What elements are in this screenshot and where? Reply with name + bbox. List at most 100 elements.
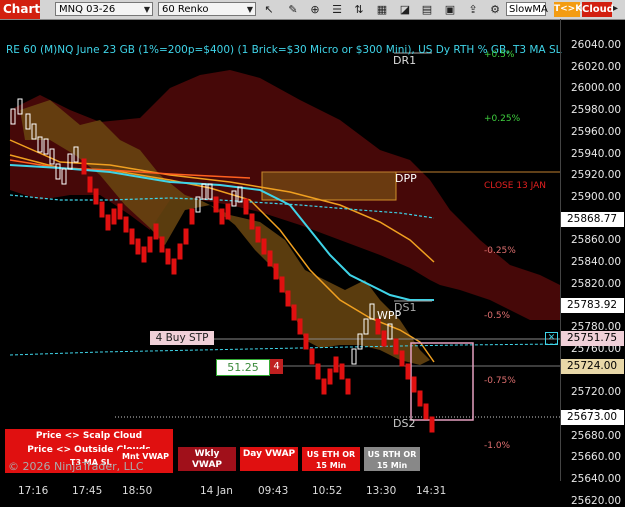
chart-trader-icon[interactable]: ⇅: [352, 2, 366, 17]
y-tick-label: 25840.00: [571, 256, 622, 268]
wpp-label: WPP: [377, 309, 402, 322]
camera-icon[interactable]: ▣: [443, 2, 457, 17]
renko-brick: [87, 176, 93, 193]
y-tick-label: 25980.00: [571, 104, 622, 117]
buy-stop-order-label[interactable]: 4 Buy STP: [150, 331, 214, 345]
dpp-label: DPP: [395, 172, 417, 185]
y-tick-label: 26000.00: [571, 82, 622, 95]
us-eth-or-button[interactable]: US ETH OR 15 Min: [302, 447, 360, 471]
price-axis[interactable]: 26040.00 26020.00 26000.00 25980.00 25960.00…: [560, 19, 625, 507]
chart-toolbar: Chart MNQ 03-26 ▼ 60 Renko ▼ ↖ ✎ ⊕ ☰ ⇅ ▦ ◪…: [0, 0, 625, 20]
copyright-text: © 2026 NinjaTrader, LLC: [8, 460, 144, 473]
day-vwap-button[interactable]: Day VWAP: [240, 447, 298, 471]
dpp-zone: [261, 171, 397, 201]
bar-type-selector[interactable]: 60 Renko ▼: [158, 2, 256, 16]
renko-brick: [135, 238, 141, 255]
renko-brick: [333, 356, 339, 373]
y-tick-label: 25820.00: [571, 277, 622, 290]
price-tag-wpp: 25724.00: [561, 359, 624, 374]
draw-pencil-icon[interactable]: ✎: [286, 2, 300, 17]
renko-brick: [321, 378, 327, 395]
ds2-label: DS2: [393, 417, 416, 430]
tck-button[interactable]: T<>K: [554, 2, 582, 17]
pct-plus-05: +0.5%: [484, 50, 515, 60]
x-tick-label: 17:16: [18, 485, 49, 497]
order-qty-count[interactable]: 4: [270, 359, 283, 374]
renko-brick: [81, 158, 87, 175]
renko-brick: [261, 238, 267, 255]
scalp-cloud-button[interactable]: Price <> Scalp Cloud: [5, 429, 173, 443]
price-tag-last: 25673.00: [561, 410, 624, 425]
price-tag-order: 25751.75: [561, 331, 624, 346]
y-tick-label: 26020.00: [571, 60, 622, 73]
gear-icon[interactable]: ⚙: [488, 2, 502, 17]
y-tick-label: 25940.00: [571, 147, 622, 160]
x-tick-label: 14:31: [416, 485, 447, 497]
share-icon[interactable]: ⇪: [466, 2, 480, 17]
renko-brick: [303, 333, 309, 350]
chart-header: RE 60 (M)NQ June 23 GB (1%=200p=$400) (1…: [6, 44, 562, 56]
renko-brick: [327, 368, 333, 385]
x-tick-label: 10:52: [312, 485, 343, 497]
y-tick-label: 25860.00: [571, 234, 622, 247]
pct-minus-05: -0.5%: [484, 311, 511, 321]
pct-plus-025: +0.25%: [484, 114, 521, 124]
indicators-icon[interactable]: ▦: [375, 2, 389, 17]
cursor-icon[interactable]: ↖: [262, 2, 276, 17]
renko-brick: [99, 201, 105, 218]
renko-brick: [129, 228, 135, 245]
renko-brick: [291, 304, 297, 321]
renko-brick: [285, 290, 291, 307]
x-tick-label: 14 Jan: [200, 485, 233, 497]
templates-icon[interactable]: ▤: [420, 2, 434, 17]
pct-minus-025: -0.25%: [484, 246, 516, 256]
renko-brick: [117, 203, 123, 220]
slow-ma-selector[interactable]: SlowMA: [506, 2, 548, 16]
renko-brick: [429, 416, 435, 433]
close-label: CLOSE 13 JAN: [484, 181, 547, 191]
x-tick-label: 17:45: [72, 485, 103, 497]
renko-brick: [111, 208, 117, 225]
y-tick-label: 25720.00: [571, 386, 622, 399]
renko-brick: [411, 376, 417, 393]
price-tag-ds1: 25783.92: [561, 298, 624, 313]
bar-type-value: 60 Renko: [162, 4, 209, 15]
time-axis[interactable]: 17:16 17:45 18:50 14 Jan 09:43 10:52 13:30 14:3…: [0, 481, 625, 506]
x-tick-label: 18:50: [122, 485, 153, 497]
x-tick-label: 09:43: [258, 485, 289, 497]
us-rth-or-button[interactable]: US RTH OR 15 Min: [364, 447, 420, 471]
renko-brick: [393, 338, 399, 355]
properties-icon[interactable]: ☰: [330, 2, 344, 17]
y-tick-label: 25920.00: [571, 169, 622, 182]
renko-brick: [177, 243, 183, 260]
order-qty-box[interactable]: 51.25: [216, 359, 270, 376]
strategies-icon[interactable]: ◪: [398, 2, 412, 17]
menu-icon[interactable]: ▸: [613, 1, 625, 17]
renko-brick: [267, 250, 273, 267]
renko-brick: [225, 203, 231, 220]
renko-brick: [351, 348, 357, 365]
renko-brick: [273, 263, 279, 280]
wkly-vwap-button[interactable]: Wkly VWAP: [178, 447, 236, 471]
renko-brick: [255, 226, 261, 243]
renko-brick: [93, 188, 99, 205]
renko-brick: [297, 318, 303, 335]
renko-brick: [309, 348, 315, 365]
renko-brick: [315, 363, 321, 380]
instrument-selector[interactable]: MNQ 03-26 ▼: [55, 2, 153, 16]
y-tick-label: 25960.00: [571, 125, 622, 138]
close-order-icon[interactable]: ✕: [545, 332, 558, 345]
chart-window-title: Chart: [0, 0, 40, 19]
zoom-icon[interactable]: ⊕: [308, 2, 322, 17]
price-tag-last-sma: 25868.77: [561, 212, 624, 227]
renko-brick: [171, 258, 177, 275]
renko-brick: [141, 246, 147, 263]
renko-brick: [147, 236, 153, 253]
renko-brick: [213, 196, 219, 213]
instrument-value: MNQ 03-26: [59, 4, 116, 15]
cloud-button[interactable]: Cloud: [582, 2, 614, 17]
renko-brick: [345, 378, 351, 395]
price-chart[interactable]: RE 60 (M)NQ June 23 GB (1%=200p=$400) (1…: [0, 19, 562, 481]
renko-brick: [219, 208, 225, 225]
renko-brick: [405, 363, 411, 380]
